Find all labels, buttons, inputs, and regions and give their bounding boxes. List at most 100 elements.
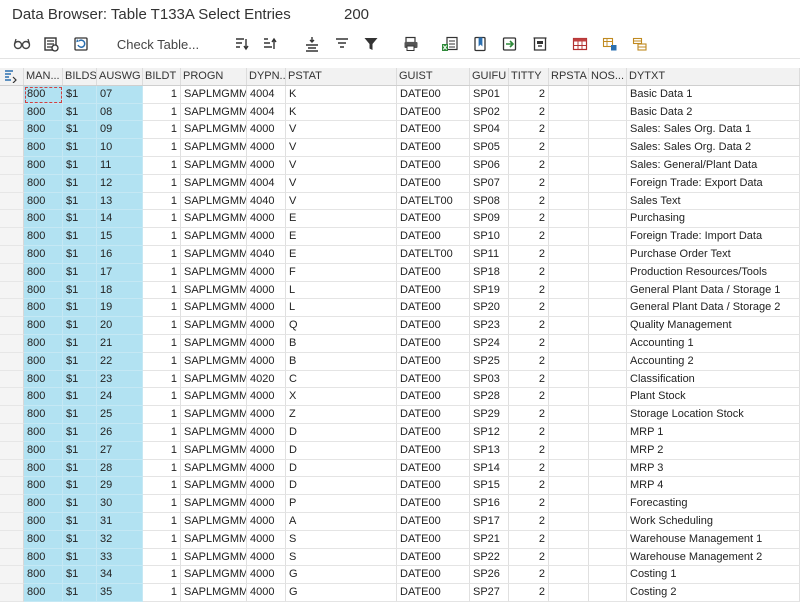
table-row[interactable]: 800 $1 29 1 SAPLMGMM 4000 D DATE00 SP15 2 MRP 4 [0,477,800,496]
cell-pstat[interactable]: D [286,424,397,442]
cell-nos[interactable] [589,103,627,122]
cell-progn[interactable]: SAPLMGMM [181,424,247,442]
check-table-button[interactable]: Check Table... [116,34,200,54]
cell-dypno[interactable]: 4000 [247,566,286,585]
cell-progn[interactable]: SAPLMGMM [181,388,247,407]
cell-mandt[interactable]: 800 [24,281,63,300]
cell-pstat[interactable]: E [286,246,397,264]
cell-auswg[interactable]: 09 [97,121,143,140]
cell-dytxt[interactable]: Sales: Sales Org. Data 1 [627,121,800,140]
table-row[interactable]: 800 $1 14 1 SAPLMGMM 4000 E DATE00 SP09 2 Purchasi… [0,210,800,229]
col-header-guist[interactable]: GUIST [397,68,470,85]
cell-dypno[interactable]: 4000 [247,388,286,407]
table-row[interactable]: 800 $1 24 1 SAPLMGMM 4000 X DATE00 SP28 2 Plant St… [0,388,800,407]
cell-mandt[interactable]: 800 [24,335,63,353]
cell-pstat[interactable]: L [286,281,397,300]
table-row[interactable]: 800 $1 07 1 SAPLMGMM 4004 K DATE00 SP01 2 Basic Da… [0,85,800,104]
cell-bilds[interactable]: $1 [63,246,97,264]
cell-dytxt[interactable]: Foreign Trade: Export Data [627,174,800,193]
cell-dypno[interactable]: 4000 [247,352,286,371]
cell-mandt[interactable]: 800 [24,370,63,389]
cell-guifu[interactable]: SP15 [470,477,509,496]
table-row[interactable]: 800 $1 08 1 SAPLMGMM 4004 K DATE00 SP02 2 Basic Da… [0,103,800,122]
cell-guist[interactable]: DATE00 [397,299,470,318]
cell-pstat[interactable]: D [286,477,397,496]
table-row[interactable]: 800 $1 34 1 SAPLMGMM 4000 G DATE00 SP26 2 Costing … [0,566,800,585]
cell-auswg[interactable]: 13 [97,192,143,211]
cell-pstat[interactable]: Z [286,406,397,424]
cell-progn[interactable]: SAPLMGMM [181,441,247,460]
cell-guist[interactable]: DATE00 [397,335,470,353]
cell-mandt[interactable]: 800 [24,459,63,478]
cell-progn[interactable]: SAPLMGMM [181,103,247,122]
cell-pstat[interactable]: E [286,210,397,229]
row-selector[interactable] [0,121,24,140]
cell-mandt[interactable]: 800 [24,210,63,229]
cell-pstat[interactable]: V [286,121,397,140]
row-selector[interactable] [0,210,24,229]
cell-bildt[interactable]: 1 [143,335,181,353]
table-row[interactable]: 800 $1 35 1 SAPLMGMM 4000 G DATE00 SP27 2 Costing … [0,584,800,602]
row-selector[interactable] [0,157,24,175]
cell-bilds[interactable]: $1 [63,513,97,531]
cell-guifu[interactable]: SP09 [470,210,509,229]
cell-bilds[interactable]: $1 [63,548,97,567]
cell-bildt[interactable]: 1 [143,228,181,246]
cell-progn[interactable]: SAPLMGMM [181,228,247,246]
cell-guist[interactable]: DATE00 [397,477,470,496]
row-selector[interactable] [0,352,24,371]
cell-titty[interactable]: 2 [509,424,549,442]
cell-guist[interactable]: DATE00 [397,317,470,335]
cell-rpsta[interactable] [549,228,589,246]
cell-bilds[interactable]: $1 [63,370,97,389]
cell-bildt[interactable]: 1 [143,584,181,602]
cell-progn[interactable]: SAPLMGMM [181,299,247,318]
table-row[interactable]: 800 $1 09 1 SAPLMGMM 4000 V DATE00 SP04 2 Sales: S… [0,121,800,140]
row-selector[interactable] [0,174,24,193]
cell-dytxt[interactable]: Foreign Trade: Import Data [627,228,800,246]
cell-progn[interactable]: SAPLMGMM [181,281,247,300]
cell-titty[interactable]: 2 [509,103,549,122]
cell-auswg[interactable]: 22 [97,352,143,371]
cell-guifu[interactable]: SP03 [470,370,509,389]
cell-bildt[interactable]: 1 [143,263,181,282]
cell-guist[interactable]: DATE00 [397,370,470,389]
print-preview-icon[interactable] [402,34,420,54]
row-selector[interactable] [0,495,24,513]
cell-mandt[interactable]: 800 [24,228,63,246]
cell-progn[interactable]: SAPLMGMM [181,566,247,585]
cell-dytxt[interactable]: Accounting 1 [627,335,800,353]
cell-rpsta[interactable] [549,335,589,353]
cell-nos[interactable] [589,85,627,104]
config-icon[interactable] [631,34,649,54]
cell-mandt[interactable]: 800 [24,388,63,407]
cell-dypno[interactable]: 4000 [247,459,286,478]
cell-dytxt[interactable]: Storage Location Stock [627,406,800,424]
cell-pstat[interactable]: V [286,192,397,211]
cell-nos[interactable] [589,424,627,442]
cell-guist[interactable]: DATE00 [397,228,470,246]
cell-auswg[interactable]: 25 [97,406,143,424]
cell-guifu[interactable]: SP05 [470,139,509,157]
cell-guifu[interactable]: SP27 [470,584,509,602]
cell-guifu[interactable]: SP17 [470,513,509,531]
cell-dytxt[interactable]: Work Scheduling [627,513,800,531]
cell-titty[interactable]: 2 [509,406,549,424]
cell-titty[interactable]: 2 [509,192,549,211]
cell-mandt[interactable]: 800 [24,406,63,424]
cell-rpsta[interactable] [549,548,589,567]
cell-dypno[interactable]: 4040 [247,246,286,264]
cell-titty[interactable]: 2 [509,566,549,585]
row-selector[interactable] [0,530,24,549]
cell-auswg[interactable]: 34 [97,566,143,585]
cell-titty[interactable]: 2 [509,299,549,318]
cell-progn[interactable]: SAPLMGMM [181,352,247,371]
cell-guifu[interactable]: SP21 [470,530,509,549]
cell-dypno[interactable]: 4000 [247,210,286,229]
cell-pstat[interactable]: Q [286,317,397,335]
cell-progn[interactable]: SAPLMGMM [181,370,247,389]
cell-titty[interactable]: 2 [509,121,549,140]
cell-bilds[interactable]: $1 [63,103,97,122]
cell-auswg[interactable]: 24 [97,388,143,407]
cell-bilds[interactable]: $1 [63,85,97,104]
